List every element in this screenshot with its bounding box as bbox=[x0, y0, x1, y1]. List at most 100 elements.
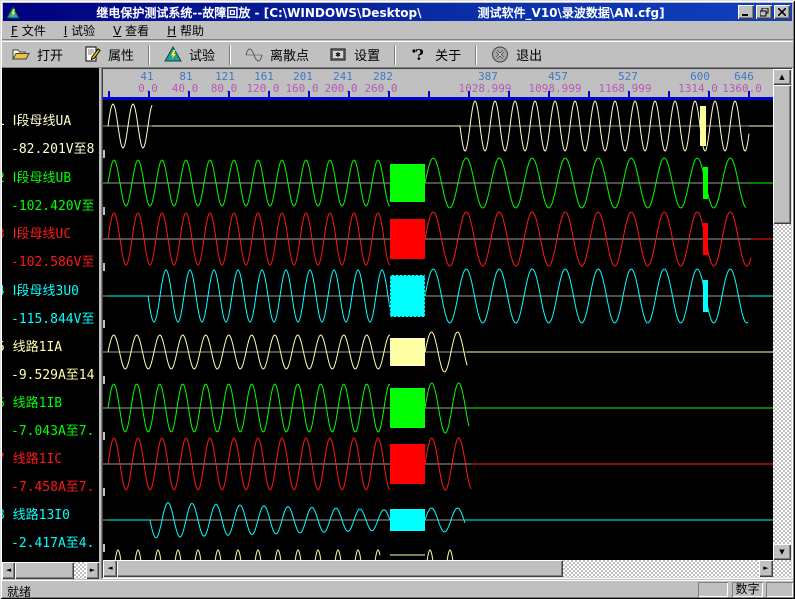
ruler-tick bbox=[588, 91, 590, 97]
ruler-time-label: 160.0 bbox=[285, 82, 318, 95]
marker-square-ch3 bbox=[390, 219, 425, 259]
test-lightning-icon bbox=[164, 46, 182, 63]
toolbar-button-label: 离散点 bbox=[270, 45, 309, 64]
menu-item-test[interactable]: I 试验 bbox=[55, 21, 104, 40]
ruler-time-label: 1098.999 bbox=[529, 82, 582, 95]
properties-icon bbox=[83, 46, 101, 63]
scroll-left-arrow-icon[interactable]: ◄ bbox=[2, 562, 15, 579]
ruler-time-label: 80.0 bbox=[211, 82, 238, 95]
waveform-svg bbox=[103, 100, 773, 560]
toolbar-button-discrete-points[interactable]: 离散点 bbox=[237, 43, 319, 66]
ruler-tick bbox=[188, 91, 190, 97]
channel-name-3[interactable]: 3 Ⅰ段母线UC bbox=[2, 223, 71, 242]
channel-name-2[interactable]: 2 Ⅰ段母线UB bbox=[2, 167, 71, 186]
ruler-tick bbox=[148, 91, 150, 97]
toolbar-button-exit[interactable]: 退出 bbox=[483, 43, 552, 66]
channel-boundary-tick bbox=[103, 488, 105, 496]
cursor-bar-ch3 bbox=[703, 223, 708, 255]
toolbar-separator bbox=[394, 45, 396, 65]
ruler-tick bbox=[548, 91, 550, 97]
channel-boundary-tick bbox=[103, 432, 105, 440]
scroll-track[interactable] bbox=[74, 562, 86, 579]
ruler-time-label: 40.0 bbox=[172, 82, 199, 95]
menu-bar: F 文件I 试验V 查看H 帮助 bbox=[2, 21, 793, 40]
marker-square-ch8 bbox=[390, 509, 425, 531]
ruler-time-label: 200.0 bbox=[324, 82, 357, 95]
channel-name-5[interactable]: 5 线路1IA bbox=[2, 336, 62, 355]
waveform-plot[interactable] bbox=[103, 100, 773, 560]
toolbar: 打开属性 试验 离散点设置? 关于 退出 bbox=[2, 41, 793, 68]
scroll-track[interactable] bbox=[563, 560, 759, 577]
svg-text:?: ? bbox=[415, 46, 424, 63]
scroll-thumb[interactable] bbox=[117, 560, 563, 577]
channel-name-1[interactable]: 1 Ⅰ段母线UA bbox=[2, 110, 71, 129]
app-window: 继电保护测试系统--故障回放 - [C:\WINDOWS\Desktop\测试软… bbox=[0, 0, 795, 599]
channel-range-8: -2.417A至4. bbox=[11, 532, 94, 551]
toolbar-button-label: 试验 bbox=[189, 45, 215, 64]
marker-square-ch5 bbox=[390, 338, 425, 366]
window-title: 继电保护测试系统--故障回放 - [C:\WINDOWS\Desktop\测试软… bbox=[23, 4, 738, 21]
channel-boundary-tick bbox=[103, 207, 105, 215]
ruler-tick bbox=[268, 91, 270, 97]
toolbar-button-label: 打开 bbox=[37, 45, 63, 64]
channel-name-4[interactable]: 4 Ⅰ段母线3U0 bbox=[2, 280, 79, 299]
ruler-tick bbox=[508, 91, 510, 97]
toolbar-button-label: 关于 bbox=[435, 45, 461, 64]
channel-boundary-tick bbox=[103, 320, 105, 328]
scroll-thumb[interactable] bbox=[773, 85, 791, 224]
settings-icon bbox=[329, 46, 347, 63]
scroll-thumb[interactable] bbox=[15, 562, 74, 579]
channel-range-3: -102.586V至 bbox=[11, 251, 94, 270]
scroll-left-arrow-icon[interactable]: ◄ bbox=[103, 560, 117, 577]
sine-wave-icon bbox=[245, 46, 263, 63]
toolbar-button-test[interactable]: 试验 bbox=[156, 43, 225, 66]
channel-name-7[interactable]: 7 线路1IC bbox=[2, 448, 62, 467]
toolbar-button-label: 退出 bbox=[516, 45, 542, 64]
minimize-button[interactable] bbox=[738, 5, 754, 19]
marker-square-ch2 bbox=[390, 164, 425, 202]
channel-name-6[interactable]: 6 线路1IB bbox=[2, 392, 62, 411]
channel-boundary-tick bbox=[103, 376, 105, 384]
scroll-down-arrow-icon[interactable]: ▼ bbox=[773, 544, 791, 560]
ruler-time-label: 1360.0 bbox=[722, 82, 762, 95]
toolbar-separator bbox=[229, 45, 231, 65]
scroll-track[interactable] bbox=[773, 224, 791, 544]
ruler-time-label: 1314.0 bbox=[678, 82, 718, 95]
toolbar-button-properties[interactable]: 属性 bbox=[75, 43, 144, 66]
status-indicator-empty bbox=[766, 582, 793, 597]
menu-item-help[interactable]: H 帮助 bbox=[158, 21, 213, 40]
menu-item-file[interactable]: F 文件 bbox=[2, 21, 55, 40]
scroll-right-arrow-icon[interactable]: ► bbox=[86, 562, 99, 579]
channel-boundary-tick bbox=[103, 544, 105, 552]
cursor-bar-ch4 bbox=[703, 280, 708, 312]
channel-list-hscrollbar: ◄ ► bbox=[2, 562, 99, 579]
ruler-tick bbox=[428, 91, 430, 97]
about-icon: ? bbox=[410, 46, 428, 63]
scroll-up-arrow-icon[interactable]: ▲ bbox=[773, 69, 791, 85]
channel-range-1: -82.201V至8 bbox=[11, 138, 94, 157]
channel-range-4: -115.844V至 bbox=[11, 308, 94, 327]
scroll-right-arrow-icon[interactable]: ► bbox=[759, 560, 773, 577]
toolbar-button-open[interactable]: 打开 bbox=[4, 43, 73, 66]
ruler-tick bbox=[388, 91, 390, 97]
close-button[interactable] bbox=[774, 5, 790, 19]
toolbar-button-about[interactable]: ? 关于 bbox=[402, 43, 471, 66]
toolbar-button-settings[interactable]: 设置 bbox=[321, 43, 390, 66]
channel-list[interactable]: 1 Ⅰ段母线UA-82.201V至82 Ⅰ段母线UB-102.420V至3 Ⅰ段… bbox=[2, 68, 99, 562]
waveform-hscrollbar: ◄ ► bbox=[103, 560, 773, 577]
status-text: 就绪 bbox=[7, 583, 31, 599]
waveform-panel: 41811211612012412823874575276006460.040.… bbox=[101, 67, 793, 579]
ruler-tick bbox=[748, 91, 750, 97]
marker-square-ch4 bbox=[390, 275, 425, 317]
channel-range-7: -7.458A至7. bbox=[11, 476, 94, 495]
restore-button[interactable] bbox=[756, 5, 772, 19]
title-bar: 继电保护测试系统--故障回放 - [C:\WINDOWS\Desktop\测试软… bbox=[3, 3, 792, 21]
ruler-tick bbox=[628, 91, 630, 97]
menu-item-view[interactable]: V 查看 bbox=[104, 21, 158, 40]
ruler-tick bbox=[668, 91, 670, 97]
ruler-tick bbox=[708, 91, 710, 97]
channel-name-8[interactable]: 8 线路13I0 bbox=[2, 504, 70, 523]
channel-range-5: -9.529A至14 bbox=[11, 364, 94, 383]
cursor-bar-ch2 bbox=[703, 167, 708, 199]
ruler-tick bbox=[228, 91, 230, 97]
